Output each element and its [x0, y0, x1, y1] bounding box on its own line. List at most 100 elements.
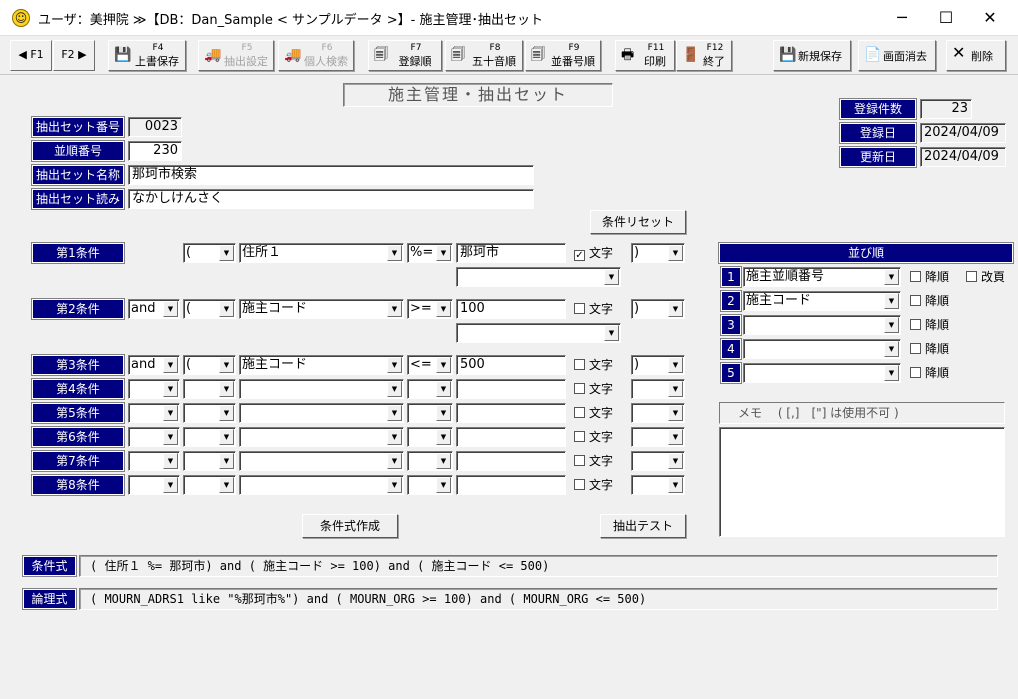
close-paren-select[interactable]: ) ▼	[631, 243, 685, 263]
dropdown-arrow-icon[interactable]: ▼	[436, 429, 451, 445]
dropdown-arrow-icon[interactable]: ▼	[668, 381, 683, 397]
conjunction-select[interactable]: ▼	[128, 475, 180, 495]
checkbox-square[interactable]	[574, 455, 585, 466]
dropdown-arrow-icon[interactable]: ▼	[163, 429, 178, 445]
secondary-value-select[interactable]: ▼	[456, 267, 621, 287]
dropdown-arrow-icon[interactable]: ▼	[163, 477, 178, 493]
field-select[interactable]: 施主コード ▼	[239, 355, 404, 375]
dropdown-arrow-icon[interactable]: ▼	[219, 429, 234, 445]
close-paren-select[interactable]: ) ▼	[631, 355, 685, 375]
close-window-button[interactable]: ✕	[968, 5, 1012, 31]
conjunction-select[interactable]: and ▼	[128, 299, 180, 319]
dropdown-arrow-icon[interactable]: ▼	[884, 317, 899, 333]
delete-button[interactable]: ✕ 削除	[946, 40, 1006, 71]
dropdown-arrow-icon[interactable]: ▼	[604, 269, 619, 285]
checkbox-square[interactable]	[910, 319, 921, 330]
condition-value-field[interactable]	[456, 451, 566, 471]
text-checkbox[interactable]: 文字	[574, 381, 613, 397]
checkbox-square[interactable]	[910, 343, 921, 354]
descending-checkbox[interactable]: 降順	[910, 317, 949, 333]
toolbar-f4-button[interactable]: 💾 F4 上書保存	[108, 40, 186, 71]
dropdown-arrow-icon[interactable]: ▼	[387, 405, 402, 421]
f2-button[interactable]: F2 ▶	[53, 40, 95, 71]
dropdown-arrow-icon[interactable]: ▼	[163, 381, 178, 397]
extract-test-button[interactable]: 抽出テスト	[600, 514, 686, 538]
checkbox-square[interactable]	[574, 359, 585, 370]
open-paren-select[interactable]: (▼	[183, 243, 236, 263]
dropdown-arrow-icon[interactable]: ▼	[884, 365, 899, 381]
text-checkbox[interactable]: 文字	[574, 301, 613, 317]
field-select[interactable]: ▼	[239, 451, 404, 471]
operator-select[interactable]: ▼	[407, 403, 453, 423]
operator-select[interactable]: ▼	[407, 475, 453, 495]
minimize-button[interactable]: ─	[880, 5, 924, 31]
close-paren-select[interactable]: ▼	[631, 427, 685, 447]
build-expression-button[interactable]: 条件式作成	[302, 514, 398, 538]
order-no-field[interactable]: 230	[128, 141, 182, 161]
descending-checkbox[interactable]: 降順	[910, 269, 949, 285]
dropdown-arrow-icon[interactable]: ▼	[668, 245, 683, 261]
open-paren-select[interactable]: ▼	[183, 379, 236, 399]
open-paren-select[interactable]: (▼	[183, 355, 236, 375]
toolbar-f12-button[interactable]: 🚪 F12 終了	[676, 40, 732, 71]
dropdown-arrow-icon[interactable]: ▼	[387, 357, 402, 373]
dropdown-arrow-icon[interactable]: ▼	[219, 245, 234, 261]
toolbar-f7-button[interactable]: 🗐 F7 登録順	[368, 40, 442, 71]
dropdown-arrow-icon[interactable]: ▼	[668, 357, 683, 373]
open-paren-select[interactable]: ▼	[183, 427, 236, 447]
dropdown-arrow-icon[interactable]: ▼	[387, 477, 402, 493]
field-select[interactable]: ▼	[239, 427, 404, 447]
text-checkbox[interactable]: 文字	[574, 405, 613, 421]
dropdown-arrow-icon[interactable]: ▼	[604, 325, 619, 341]
operator-select[interactable]: ▼	[407, 451, 453, 471]
dropdown-arrow-icon[interactable]: ▼	[436, 245, 451, 261]
dropdown-arrow-icon[interactable]: ▼	[219, 477, 234, 493]
dropdown-arrow-icon[interactable]: ▼	[668, 301, 683, 317]
open-paren-select[interactable]: ▼	[183, 451, 236, 471]
descending-checkbox[interactable]: 降順	[910, 293, 949, 309]
operator-select[interactable]: ▼	[407, 379, 453, 399]
descending-checkbox[interactable]: 降順	[910, 341, 949, 357]
text-checkbox[interactable]: 文字	[574, 477, 613, 493]
dropdown-arrow-icon[interactable]: ▼	[436, 381, 451, 397]
dropdown-arrow-icon[interactable]: ▼	[219, 357, 234, 373]
text-checkbox[interactable]: ✓ 文字	[574, 245, 613, 261]
checkbox-square[interactable]	[574, 407, 585, 418]
f1-button[interactable]: ◀ F1	[10, 40, 52, 71]
dropdown-arrow-icon[interactable]: ▼	[163, 301, 178, 317]
condition-value-field[interactable]	[456, 403, 566, 423]
operator-select[interactable]: <= ▼	[407, 355, 453, 375]
sort-field-select[interactable]: 施主コード ▼	[743, 291, 901, 311]
dropdown-arrow-icon[interactable]: ▼	[436, 357, 451, 373]
close-paren-select[interactable]: ) ▼	[631, 299, 685, 319]
sort-field-select[interactable]: ▼	[743, 339, 901, 359]
field-select[interactable]: 住所１ ▼	[239, 243, 404, 263]
field-select[interactable]: ▼	[239, 403, 404, 423]
checkbox-square[interactable]	[574, 479, 585, 490]
dropdown-arrow-icon[interactable]: ▼	[436, 453, 451, 469]
dropdown-arrow-icon[interactable]: ▼	[387, 245, 402, 261]
toolbar-f8-button[interactable]: 🗐 F8 五十音順	[445, 40, 523, 71]
new-save-button[interactable]: 💾 新規保存	[773, 40, 851, 71]
text-checkbox[interactable]: 文字	[574, 453, 613, 469]
dropdown-arrow-icon[interactable]: ▼	[163, 405, 178, 421]
checkbox-square[interactable]	[910, 367, 921, 378]
dropdown-arrow-icon[interactable]: ▼	[668, 477, 683, 493]
checkbox-square[interactable]	[574, 431, 585, 442]
condition-value-field[interactable]: 500	[456, 355, 566, 375]
reset-conditions-button[interactable]: 条件リセット	[590, 210, 686, 234]
dropdown-arrow-icon[interactable]: ▼	[436, 301, 451, 317]
text-checkbox[interactable]: 文字	[574, 429, 613, 445]
sort-field-select[interactable]: 施主並順番号 ▼	[743, 267, 901, 287]
descending-checkbox[interactable]: 降順	[910, 365, 949, 381]
toolbar-f11-button[interactable]: 🖶 F11 印刷	[615, 40, 675, 71]
dropdown-arrow-icon[interactable]: ▼	[219, 301, 234, 317]
toolbar-f9-button[interactable]: 🗐 F9 並番号順	[525, 40, 601, 71]
condition-value-field[interactable]: 那珂市	[456, 243, 566, 263]
dropdown-arrow-icon[interactable]: ▼	[387, 453, 402, 469]
conjunction-select[interactable]: and ▼	[128, 355, 180, 375]
conjunction-select[interactable]: ▼	[128, 427, 180, 447]
sort-field-select[interactable]: ▼	[743, 315, 901, 335]
condition-value-field[interactable]	[456, 379, 566, 399]
dropdown-arrow-icon[interactable]: ▼	[219, 453, 234, 469]
